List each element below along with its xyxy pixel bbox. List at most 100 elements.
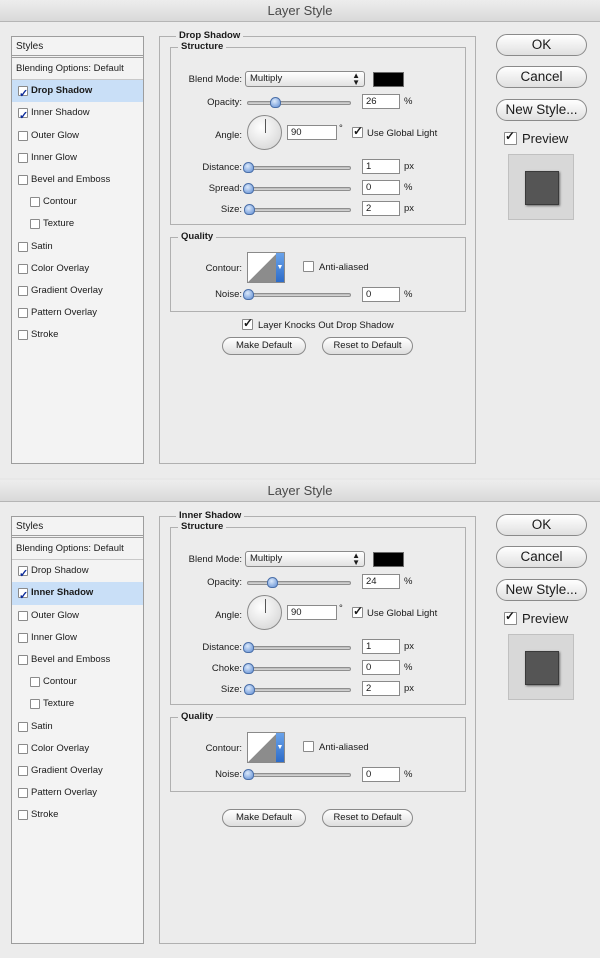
- noise-slider[interactable]: [243, 289, 351, 300]
- noise-slider[interactable]: [243, 769, 351, 780]
- style-checkbox[interactable]: [18, 585, 28, 607]
- spread-choke-slider-knob[interactable]: [243, 183, 254, 194]
- opacity-input[interactable]: 24: [362, 574, 400, 589]
- anti-aliased-checkbox[interactable]: [303, 261, 314, 272]
- spread-choke-slider[interactable]: [243, 663, 351, 674]
- style-checkbox[interactable]: [18, 610, 28, 621]
- size-input[interactable]: 2: [362, 681, 400, 696]
- style-checkbox[interactable]: [18, 130, 28, 141]
- opacity-slider[interactable]: [247, 577, 351, 588]
- angle-input[interactable]: 90: [287, 125, 337, 140]
- spread-choke-input[interactable]: 0: [362, 180, 400, 195]
- style-item[interactable]: Blending Options: Default: [12, 538, 143, 561]
- angle-dial[interactable]: [247, 595, 282, 630]
- styles-header[interactable]: Styles: [12, 37, 143, 58]
- ok-button[interactable]: OK: [496, 34, 587, 56]
- cancel-button[interactable]: Cancel: [496, 66, 587, 88]
- noise-input[interactable]: 0: [362, 287, 400, 302]
- style-item[interactable]: Satin: [12, 716, 143, 738]
- distance-slider[interactable]: [243, 642, 351, 653]
- size-slider[interactable]: [243, 204, 351, 215]
- style-item[interactable]: Texture: [12, 693, 143, 715]
- style-checkbox[interactable]: [18, 174, 28, 185]
- contour-picker[interactable]: ▼: [247, 252, 285, 283]
- distance-input[interactable]: 1: [362, 159, 400, 174]
- style-item[interactable]: Outer Glow: [12, 125, 143, 147]
- style-checkbox[interactable]: [18, 152, 28, 163]
- opacity-slider-knob[interactable]: [267, 577, 279, 588]
- style-checkbox[interactable]: [18, 788, 28, 799]
- style-checkbox[interactable]: [30, 219, 40, 230]
- style-item[interactable]: Gradient Overlay: [12, 280, 143, 302]
- style-checkbox[interactable]: [18, 241, 28, 252]
- noise-input[interactable]: 0: [362, 767, 400, 782]
- style-item[interactable]: Drop Shadow: [12, 80, 143, 105]
- size-slider[interactable]: [243, 684, 351, 695]
- style-item[interactable]: Texture: [12, 213, 143, 235]
- style-checkbox[interactable]: [18, 285, 28, 296]
- style-item[interactable]: Stroke: [12, 324, 143, 346]
- style-item[interactable]: Pattern Overlay: [12, 302, 143, 324]
- preview-checkbox[interactable]: [504, 609, 517, 625]
- style-checkbox[interactable]: [30, 699, 40, 710]
- preview-checkbox[interactable]: [504, 129, 517, 145]
- shadow-color-swatch[interactable]: [373, 72, 404, 87]
- style-checkbox[interactable]: [18, 743, 28, 754]
- contour-dropdown-icon[interactable]: ▼: [276, 733, 284, 762]
- new-style-button[interactable]: New Style...: [496, 99, 587, 121]
- style-item[interactable]: Bevel and Emboss: [12, 169, 143, 191]
- shadow-color-swatch[interactable]: [373, 552, 404, 567]
- style-checkbox[interactable]: [18, 563, 28, 585]
- use-global-light-checkbox[interactable]: [352, 124, 363, 138]
- size-slider-knob[interactable]: [243, 204, 255, 215]
- style-checkbox[interactable]: [18, 765, 28, 776]
- style-checkbox[interactable]: [18, 105, 28, 127]
- opacity-slider[interactable]: [247, 97, 351, 108]
- styles-header[interactable]: Styles: [12, 517, 143, 538]
- style-checkbox[interactable]: [18, 330, 28, 341]
- style-checkbox[interactable]: [18, 654, 28, 665]
- noise-slider-knob[interactable]: [243, 769, 254, 780]
- style-checkbox[interactable]: [18, 308, 28, 319]
- style-checkbox[interactable]: [18, 721, 28, 732]
- style-item[interactable]: Inner Shadow: [12, 582, 143, 607]
- opacity-input[interactable]: 26: [362, 94, 400, 109]
- blend-mode-select[interactable]: Multiply ▲ ▼: [245, 71, 365, 87]
- reset-to-default-button[interactable]: Reset to Default: [322, 809, 413, 827]
- use-global-light-checkbox[interactable]: [352, 604, 363, 618]
- angle-dial[interactable]: [247, 115, 282, 150]
- make-default-button[interactable]: Make Default: [222, 337, 306, 355]
- style-checkbox[interactable]: [18, 632, 28, 643]
- ok-button[interactable]: OK: [496, 514, 587, 536]
- style-item[interactable]: Satin: [12, 236, 143, 258]
- style-item[interactable]: Gradient Overlay: [12, 760, 143, 782]
- spread-choke-slider[interactable]: [243, 183, 351, 194]
- style-item[interactable]: Contour: [12, 191, 143, 213]
- distance-slider-knob[interactable]: [243, 162, 255, 173]
- style-item[interactable]: Pattern Overlay: [12, 782, 143, 804]
- style-checkbox[interactable]: [30, 197, 40, 208]
- angle-input[interactable]: 90: [287, 605, 337, 620]
- layer-knocks-out-checkbox[interactable]: [242, 316, 253, 330]
- size-input[interactable]: 2: [362, 201, 400, 216]
- style-item[interactable]: Bevel and Emboss: [12, 649, 143, 671]
- distance-slider-knob[interactable]: [243, 642, 255, 653]
- style-checkbox[interactable]: [18, 810, 28, 821]
- spread-choke-slider-knob[interactable]: [243, 663, 254, 674]
- noise-slider-knob[interactable]: [243, 289, 254, 300]
- contour-dropdown-icon[interactable]: ▼: [276, 253, 284, 282]
- style-checkbox[interactable]: [18, 263, 28, 274]
- opacity-slider-knob[interactable]: [269, 97, 281, 108]
- contour-picker[interactable]: ▼: [247, 732, 285, 763]
- style-item[interactable]: Drop Shadow: [12, 560, 143, 585]
- style-item[interactable]: Inner Glow: [12, 627, 143, 649]
- style-item[interactable]: Blending Options: Default: [12, 58, 143, 81]
- style-checkbox[interactable]: [18, 83, 28, 105]
- style-item[interactable]: Contour: [12, 671, 143, 693]
- new-style-button[interactable]: New Style...: [496, 579, 587, 601]
- anti-aliased-checkbox[interactable]: [303, 741, 314, 752]
- style-item[interactable]: Color Overlay: [12, 258, 143, 280]
- distance-slider[interactable]: [243, 162, 351, 173]
- blend-mode-select[interactable]: Multiply ▲ ▼: [245, 551, 365, 567]
- make-default-button[interactable]: Make Default: [222, 809, 306, 827]
